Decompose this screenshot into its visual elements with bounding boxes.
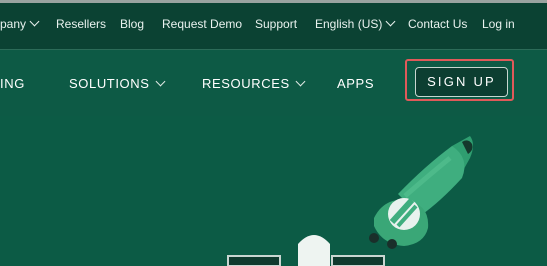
chevron-down-icon <box>155 76 165 87</box>
request-demo-link[interactable]: Request Demo <box>162 14 242 34</box>
top-utility-bar: pany Resellers Blog Request Demo Support… <box>0 0 547 49</box>
blog-link[interactable]: Blog <box>120 14 144 34</box>
login-link[interactable]: Log in <box>482 14 515 34</box>
company-menu[interactable]: pany <box>0 14 40 34</box>
chevron-down-icon <box>385 16 396 27</box>
resellers-link[interactable]: Resellers <box>56 14 106 34</box>
nav-resources-label: RESOURCES <box>202 76 290 91</box>
nav-solutions[interactable]: SOLUTIONS <box>69 75 165 93</box>
language-label: English (US) <box>315 17 383 31</box>
nav-resources[interactable]: RESOURCES <box>202 75 306 93</box>
signup-button[interactable]: SIGN UP <box>415 67 508 97</box>
company-label: pany <box>0 17 27 31</box>
support-link[interactable]: Support <box>255 14 297 34</box>
hero-section <box>0 116 547 266</box>
chevron-down-icon <box>295 76 306 87</box>
robot-arm-illustration <box>227 136 473 266</box>
nav-solutions-label: SOLUTIONS <box>69 76 150 91</box>
contact-us-link[interactable]: Contact Us <box>408 14 467 34</box>
nav-pricing[interactable]: ING <box>0 75 25 93</box>
nav-apps[interactable]: APPS <box>337 75 374 93</box>
language-selector[interactable]: English (US) <box>315 14 396 34</box>
chevron-down-icon <box>29 16 40 27</box>
